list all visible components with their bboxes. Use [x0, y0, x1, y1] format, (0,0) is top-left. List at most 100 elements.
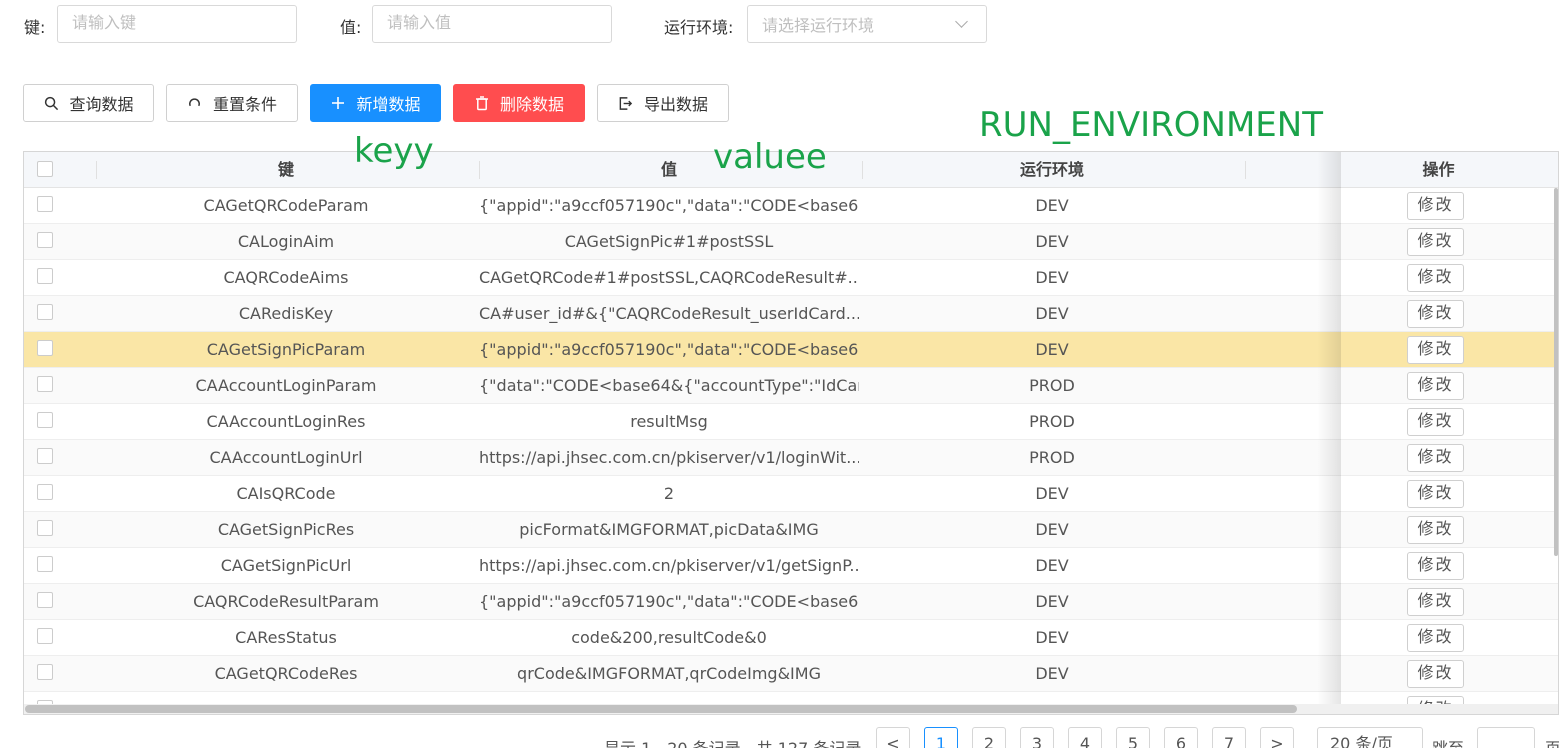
cell-value: CAGetSignPic#1#postSSL: [564, 232, 774, 251]
edit-button[interactable]: 修改: [1407, 300, 1464, 328]
cell-key: CAAccountLoginRes: [206, 412, 366, 431]
row-checkbox[interactable]: [37, 196, 53, 212]
cell-key: CAQRCodeResultParam: [193, 592, 379, 611]
cell-key: CALoginAim: [237, 232, 335, 251]
row-checkbox[interactable]: [37, 484, 53, 500]
cell-env: DEV: [1035, 232, 1069, 251]
cell-key: CAAccountLoginParam: [195, 376, 377, 395]
edit-button[interactable]: 修改: [1407, 480, 1464, 508]
cell-value: {"data":"CODE<base64&{"accountType":"IdC…: [479, 376, 859, 395]
cell-value: {"appid":"a9ccf057190c","data":"CODE<bas…: [479, 340, 859, 359]
cell-value: code&200,resultCode&0: [571, 628, 767, 647]
env-select-placeholder: 请选择运行环境: [762, 16, 875, 35]
query-button[interactable]: 查询数据: [23, 84, 154, 122]
trash-icon: [474, 95, 490, 111]
row-checkbox[interactable]: [37, 628, 53, 644]
row-checkbox[interactable]: [37, 268, 53, 284]
env-filter-label: 运行环境:: [664, 18, 734, 37]
fixed-column-shadow: [1317, 152, 1341, 714]
cell-env: DEV: [1035, 340, 1069, 359]
edit-button[interactable]: 修改: [1407, 552, 1464, 580]
horizontal-scrollbar[interactable]: [24, 704, 1558, 714]
page-button-4[interactable]: 4: [1068, 727, 1102, 748]
jump-page-input[interactable]: [1477, 727, 1535, 748]
cell-key: CAIsQRCode: [236, 484, 336, 503]
cell-env: DEV: [1035, 556, 1069, 575]
cell-value: https://api.jhsec.com.cn/pkiserver/v1/ge…: [479, 556, 859, 575]
key-filter-label: 键:: [24, 18, 46, 37]
row-checkbox[interactable]: [37, 412, 53, 428]
page-button-7[interactable]: 7: [1212, 727, 1246, 748]
cell-key: CAGetQRCodeParam: [203, 196, 369, 215]
edit-button[interactable]: 修改: [1407, 588, 1464, 616]
edit-button[interactable]: 修改: [1407, 228, 1464, 256]
data-table: 键 值 运行环境 操作 CAGetQRCodeParam {"appid":"a9…: [23, 151, 1559, 715]
cell-key: CAAccountLoginUrl: [209, 448, 363, 467]
header-divider: [1245, 161, 1246, 179]
reset-button[interactable]: 重置条件: [166, 84, 298, 122]
row-checkbox[interactable]: [37, 232, 53, 248]
export-button[interactable]: 导出数据: [597, 84, 729, 122]
edit-button[interactable]: 修改: [1407, 624, 1464, 652]
cell-value: {"appid":"a9ccf057190c","data":"CODE<bas…: [479, 592, 859, 611]
cell-value: qrCode&IMGFORMAT,qrCodeImg&IMG: [517, 664, 821, 683]
cell-env: DEV: [1035, 592, 1069, 611]
cell-value: {"appid":"a9ccf057190c","data":"CODE<bas…: [479, 196, 859, 215]
select-all-checkbox[interactable]: [37, 161, 53, 177]
row-checkbox[interactable]: [37, 304, 53, 320]
add-button[interactable]: 新增数据: [310, 84, 441, 122]
edit-button[interactable]: 修改: [1407, 408, 1464, 436]
plus-icon: [330, 95, 346, 111]
row-checkbox[interactable]: [37, 340, 53, 356]
edit-button[interactable]: 修改: [1407, 264, 1464, 292]
vertical-scrollbar[interactable]: [1554, 188, 1558, 556]
cell-env: DEV: [1035, 268, 1069, 287]
cell-key: CAGetSignPicParam: [206, 340, 366, 359]
cell-key: CAGetQRCodeRes: [214, 664, 358, 683]
env-select[interactable]: 请选择运行环境: [747, 5, 987, 43]
cell-key: CAResStatus: [235, 628, 337, 647]
row-checkbox[interactable]: [37, 664, 53, 680]
edit-button[interactable]: 修改: [1407, 336, 1464, 364]
jump-page-suffix: 页: [1545, 735, 1559, 748]
row-checkbox[interactable]: [37, 592, 53, 608]
reset-button-label: 重置条件: [212, 95, 277, 114]
row-checkbox[interactable]: [37, 448, 53, 464]
row-checkbox[interactable]: [37, 376, 53, 392]
next-page-button[interactable]: >: [1260, 727, 1294, 748]
annotation-value: valuee: [713, 137, 827, 177]
page-button-1[interactable]: 1: [924, 727, 958, 748]
delete-button-label: 删除数据: [499, 95, 564, 114]
header-env[interactable]: 运行环境: [862, 152, 1242, 188]
page-button-6[interactable]: 6: [1164, 727, 1198, 748]
search-icon: [43, 95, 59, 111]
edit-button[interactable]: 修改: [1407, 516, 1464, 544]
cell-env: PROD: [1029, 412, 1075, 431]
edit-button[interactable]: 修改: [1407, 660, 1464, 688]
horizontal-scrollbar-thumb[interactable]: [25, 705, 1297, 713]
cell-env: DEV: [1035, 196, 1069, 215]
cell-key: CAGetSignPicRes: [217, 520, 355, 539]
edit-button[interactable]: 修改: [1407, 192, 1464, 220]
header-operation: 操作: [1422, 160, 1455, 179]
edit-button[interactable]: 修改: [1407, 444, 1464, 472]
page-size-select[interactable]: 20 条/页: [1317, 727, 1423, 748]
value-search-input[interactable]: [372, 5, 612, 43]
page-button-2[interactable]: 2: [972, 727, 1006, 748]
pagination: 显示 1 - 20 条记录，共 127 条记录 < 1 2 3 4 5 6 7 …: [0, 727, 1559, 748]
key-search-input[interactable]: [57, 5, 297, 43]
cell-key: CARedisKey: [238, 304, 334, 323]
cell-env: DEV: [1035, 304, 1069, 323]
prev-page-button[interactable]: <: [876, 727, 910, 748]
cell-value: CAGetQRCode#1#postSSL,CAQRCodeResult#...: [479, 268, 859, 287]
cell-key: CAGetSignPicUrl: [220, 556, 352, 575]
edit-button[interactable]: 修改: [1407, 372, 1464, 400]
delete-button[interactable]: 删除数据: [453, 84, 585, 122]
cell-env: DEV: [1035, 484, 1069, 503]
row-checkbox[interactable]: [37, 556, 53, 572]
page-button-5[interactable]: 5: [1116, 727, 1150, 748]
page-button-3[interactable]: 3: [1020, 727, 1054, 748]
cell-value: resultMsg: [630, 412, 708, 431]
chevron-down-icon: [955, 15, 968, 28]
row-checkbox[interactable]: [37, 520, 53, 536]
